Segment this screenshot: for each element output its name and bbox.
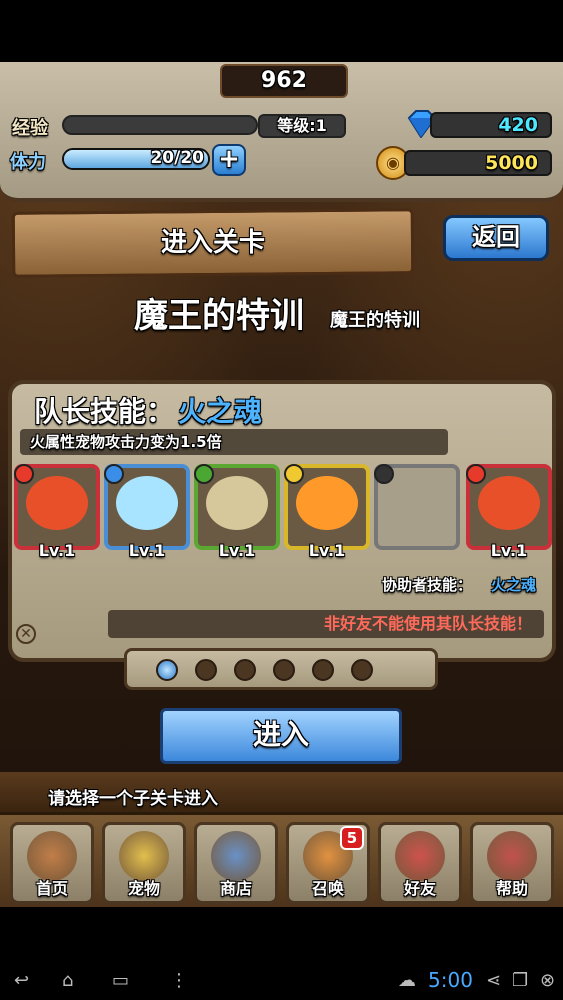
nav-label: 帮助 [495, 879, 528, 898]
page-dot[interactable] [273, 659, 295, 681]
nav-item-help[interactable]: 帮助 [470, 822, 554, 904]
exp-label: 经验 [12, 118, 48, 139]
nav-item-home[interactable]: 首页 [10, 822, 94, 904]
nav-label: 召唤 [311, 879, 344, 898]
pet-portrait [26, 476, 88, 530]
helper-skill-label: 协助者技能： [382, 576, 473, 594]
friend-warning: 非好友不能使用其队长技能！ [108, 610, 544, 638]
team-slot[interactable]: Lv.1 [14, 464, 100, 560]
pet-level: Lv.1 [38, 541, 76, 560]
nav-label: 好友 [403, 879, 436, 898]
close-app-icon[interactable]: ⊗ [540, 970, 555, 991]
home-nav-icon[interactable]: ⌂ [62, 970, 73, 991]
nav-label: 首页 [35, 879, 68, 898]
exp-bar [62, 115, 258, 135]
nav-item-friends[interactable]: 好友 [378, 822, 462, 904]
add-stamina-button[interactable]: + [212, 144, 246, 176]
page-dot[interactable] [195, 659, 217, 681]
home-icon [27, 831, 77, 881]
nav-item-pet[interactable]: 宠物 [102, 822, 186, 904]
team-slot[interactable]: Lv.1 [284, 464, 370, 560]
summon-badge: 5 [340, 826, 364, 850]
element-icon [374, 464, 394, 484]
element-icon [14, 464, 34, 484]
share-icon[interactable]: ⋖ [486, 970, 501, 991]
pet-portrait [206, 476, 268, 530]
element-icon [466, 464, 486, 484]
coins-value: 5000 [404, 150, 552, 176]
system-nav-bar [0, 960, 563, 1000]
nav-item-shop[interactable]: 商店 [194, 822, 278, 904]
gems-value: 420 [430, 112, 552, 138]
page-title: 进入关卡 [160, 228, 265, 258]
pet-level: Lv.1 [128, 541, 166, 560]
recent-apps-icon[interactable]: ▭ [112, 970, 129, 991]
pet-level: Lv.1 [218, 541, 256, 560]
game-screen: 962 经验 等级:1 体力 20/20 + 420 ◉ 5000 进入关卡 返… [0, 62, 563, 907]
pet-level: Lv.1 [490, 541, 528, 560]
page-dot[interactable] [312, 659, 334, 681]
system-clock: 5:00 [428, 968, 473, 992]
page-dot[interactable] [234, 659, 256, 681]
pet-level: Lv.1 [308, 541, 346, 560]
back-button[interactable]: 返回 [443, 215, 549, 261]
team-slot[interactable]: Lv.1 [104, 464, 190, 560]
page-dot[interactable] [351, 659, 373, 681]
close-icon[interactable]: ✕ [16, 624, 36, 644]
stage-title: 魔王的特训 [134, 296, 304, 336]
friends-icon [395, 831, 445, 881]
level-indicator: 等级:1 [258, 114, 346, 138]
element-icon [194, 464, 214, 484]
window-icon[interactable]: ❐ [512, 970, 528, 991]
score-value: 962 [261, 68, 307, 93]
leader-skill-description: 火属性宠物攻击力变为1.5倍 [20, 429, 448, 455]
nav-label: 商店 [219, 879, 252, 898]
leader-skill-label: 队长技能： [34, 395, 175, 428]
pet-portrait [386, 476, 448, 530]
stamina-label: 体力 [10, 152, 46, 173]
help-icon [487, 831, 537, 881]
enter-button[interactable]: 进入 [160, 708, 402, 764]
pet-portrait [478, 476, 540, 530]
stage-subtitle: 魔王的特训 [330, 310, 420, 331]
helper-skill-name: 火之魂 [491, 576, 537, 594]
stamina-value: 20/20 [150, 148, 204, 168]
team-slot[interactable]: Lv.1 [194, 464, 280, 560]
team-slot[interactable] [374, 464, 460, 550]
menu-icon[interactable]: ⋮ [170, 970, 188, 991]
leader-skill-name: 火之魂 [178, 395, 263, 428]
pet-portrait [296, 476, 358, 530]
notification-icon: ☁ [398, 970, 416, 991]
hint-text: 请选择一个子关卡进入 [48, 789, 218, 809]
back-nav-icon[interactable]: ↩ [14, 970, 29, 991]
shop-icon [211, 831, 261, 881]
nav-label: 宠物 [127, 879, 160, 898]
pet-portrait [116, 476, 178, 530]
page-dot[interactable] [156, 659, 178, 681]
element-icon [104, 464, 124, 484]
element-icon [284, 464, 304, 484]
helper-slot[interactable]: Lv.1 [466, 464, 552, 560]
pet-icon [119, 831, 169, 881]
